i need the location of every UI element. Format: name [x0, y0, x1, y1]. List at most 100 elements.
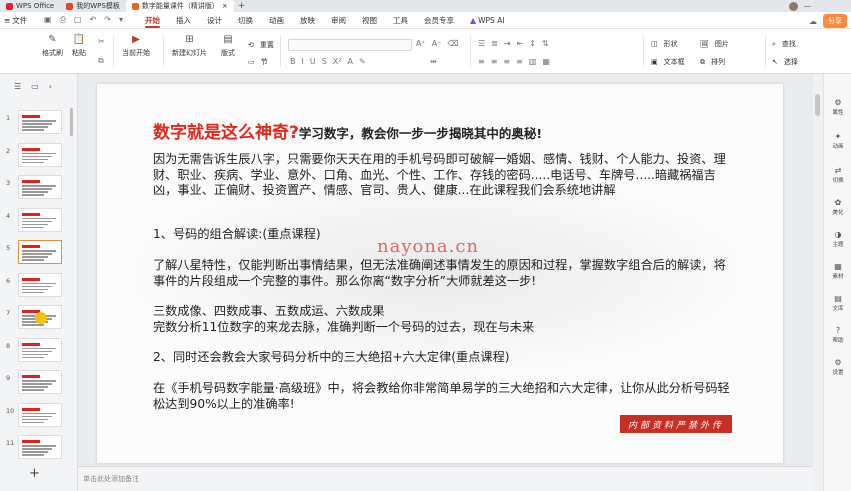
format-painter-button[interactable]: ✎ 格式刷: [42, 35, 63, 58]
font-grow-icon[interactable]: A⁺: [416, 39, 426, 48]
text-direction-icon[interactable]: ⇅: [542, 39, 549, 48]
slide-thumbnail-row[interactable]: 1: [4, 110, 66, 135]
close-icon[interactable]: ×: [222, 2, 228, 10]
slide-thumbnail[interactable]: [18, 305, 62, 329]
print-icon[interactable]: ⎙: [60, 15, 66, 25]
intro-paragraph[interactable]: 因为无需告诉生辰八字，只需要你天天在用的手机号码即可破解一婚姻、感情、钱财、个人…: [153, 152, 733, 199]
slide-thumbnail-row[interactable]: 4: [4, 207, 66, 233]
tab-my-templates[interactable]: 我的WPS模板: [60, 0, 126, 12]
save-icon[interactable]: ▣: [44, 15, 52, 25]
section-heading-2[interactable]: 2、同时还会教会大家号码分析中的三大绝招+六大定律(重点课程): [153, 350, 733, 366]
font-name-select[interactable]: [288, 39, 412, 51]
avatar[interactable]: [789, 1, 798, 11]
font-color-icon[interactable]: A: [347, 57, 352, 66]
slide-thumbnail[interactable]: [18, 435, 62, 459]
slide-thumbnail[interactable]: [18, 207, 62, 232]
add-slide-button[interactable]: +: [29, 466, 40, 481]
paste-button[interactable]: 📋 粘贴: [72, 35, 86, 58]
slide-thumbnail[interactable]: [18, 110, 62, 134]
tab-animation[interactable]: 动画: [261, 12, 292, 29]
side-library[interactable]: ▤ 文库: [824, 294, 851, 312]
slide-thumbnail-row[interactable]: 3: [4, 175, 66, 200]
more-icon[interactable]: ▾: [119, 15, 123, 25]
strikethrough-icon[interactable]: S: [322, 57, 327, 66]
align-right-icon[interactable]: ≡: [503, 57, 510, 66]
slide-thumbnail-row[interactable]: 8: [4, 337, 66, 363]
tab-design[interactable]: 设计: [199, 12, 230, 29]
columns-icon[interactable]: ▦: [542, 57, 550, 66]
tab-home[interactable]: 开始: [137, 12, 168, 29]
paragraph-combination[interactable]: 了解八星特性，仅能判断出事情结果，但无法准确阐述事情发生的原因和过程，掌握数字组…: [153, 258, 733, 289]
slide-thumbnail-row[interactable]: 6: [4, 272, 66, 298]
cloud-icon[interactable]: ☁: [809, 17, 817, 26]
scrollbar-thumb[interactable]: [815, 94, 820, 116]
select-button[interactable]: ↖ 选择: [772, 57, 798, 67]
italic-icon[interactable]: I: [302, 57, 304, 66]
distribute-icon[interactable]: ▥: [529, 57, 537, 66]
side-properties[interactable]: ⚙ 属性: [824, 98, 851, 116]
slide-view-icon[interactable]: ▭: [31, 82, 39, 91]
justify-icon[interactable]: ≡: [516, 57, 523, 66]
slide-thumbnail-row[interactable]: 11: [4, 435, 66, 460]
find-button[interactable]: ⌕ 查找: [772, 39, 796, 49]
tab-transition[interactable]: 切换: [230, 12, 261, 29]
copy-icon[interactable]: ⧉: [98, 56, 104, 66]
slide-thumbnail[interactable]: [18, 175, 62, 199]
side-settings[interactable]: ⚙ 设置: [824, 358, 851, 376]
side-beautify[interactable]: ✿ 美化: [824, 198, 851, 216]
line-spacing-icon[interactable]: ↕: [529, 39, 536, 48]
slide-thumbnail-row[interactable]: 2: [4, 142, 66, 168]
align-center-icon[interactable]: ≡: [491, 57, 498, 66]
undo-icon[interactable]: ↶: [90, 15, 97, 25]
file-menu[interactable]: ≡ 文件: [0, 15, 40, 26]
side-materials[interactable]: ▦ 素材: [824, 262, 851, 280]
bullet-list-icon[interactable]: ☰: [478, 39, 485, 48]
slide-thumbnail-row[interactable]: 10: [4, 402, 66, 428]
new-tab-button[interactable]: +: [238, 1, 246, 11]
char-spacing-icon[interactable]: ⇹: [430, 57, 437, 66]
reset-button[interactable]: ⟲ 重置: [248, 40, 274, 50]
tab-view[interactable]: 视图: [354, 12, 385, 29]
canvas-scrollbar[interactable]: [813, 74, 823, 491]
slide-thumbnail-row[interactable]: 7: [4, 305, 66, 330]
highlight-icon[interactable]: ✎: [359, 57, 366, 66]
tab-member[interactable]: 会员专享: [416, 12, 462, 29]
shape-button[interactable]: ◫ 形状: [651, 39, 678, 49]
outdent-icon[interactable]: ⇤: [517, 39, 524, 48]
superscript-icon[interactable]: X²: [333, 57, 342, 66]
minimize-icon[interactable]: —: [804, 2, 811, 10]
tab-wps-ai[interactable]: ▲ WPS AI: [462, 12, 513, 29]
side-theme[interactable]: ◑ 主题: [824, 230, 851, 248]
new-slide-button[interactable]: ⊞ 新建幻灯片: [172, 35, 207, 58]
bold-icon[interactable]: B: [290, 57, 296, 66]
slide-thumbnail[interactable]: [18, 142, 62, 167]
tab-wps-office[interactable]: WPS Office: [0, 0, 60, 12]
share-button[interactable]: 分享: [823, 14, 847, 28]
redo-icon[interactable]: ↷: [104, 15, 111, 25]
notes-bar[interactable]: 单击此处添加备注: [78, 466, 813, 491]
slide-thumbnail[interactable]: [18, 272, 62, 297]
play-from-current-button[interactable]: ▶ 当前开始: [122, 35, 150, 58]
align-left-icon[interactable]: ≡: [478, 57, 485, 66]
side-help[interactable]: ? 帮助: [824, 326, 851, 344]
cut-icon[interactable]: ✂: [98, 37, 105, 46]
tab-slideshow[interactable]: 放映: [292, 12, 323, 29]
tab-tools[interactable]: 工具: [385, 12, 416, 29]
underline-icon[interactable]: U: [310, 57, 316, 66]
section-button[interactable]: ▭ 节: [248, 57, 268, 67]
slide-title[interactable]: 数字就是这么神奇?学习数字，教会你一步一步揭晓其中的奥秘!: [153, 118, 542, 143]
arrange-button[interactable]: ⧉ 排列: [700, 57, 725, 67]
indent-icon[interactable]: ⇥: [504, 39, 511, 48]
slide-thumbnail[interactable]: [18, 240, 62, 264]
slide-thumbnail[interactable]: [18, 370, 62, 394]
paragraph-advanced-class[interactable]: 在《手机号码数字能量·高级班》中，将会教给你非常简单易学的三大绝招和六大定律，让…: [153, 381, 733, 412]
slide-thumbnail-row[interactable]: 5: [4, 240, 66, 265]
slide-thumbnail[interactable]: [18, 402, 62, 427]
tab-review[interactable]: 审阅: [323, 12, 354, 29]
preview-icon[interactable]: ▢: [74, 15, 82, 25]
panel-scrollbar[interactable]: [70, 108, 73, 136]
textbox-button[interactable]: ▣ 文本框: [651, 57, 685, 67]
number-list-icon[interactable]: ≣: [491, 39, 498, 48]
slide-thumbnail[interactable]: [18, 337, 62, 362]
picture-button[interactable]: 🖼 图片: [700, 39, 729, 49]
